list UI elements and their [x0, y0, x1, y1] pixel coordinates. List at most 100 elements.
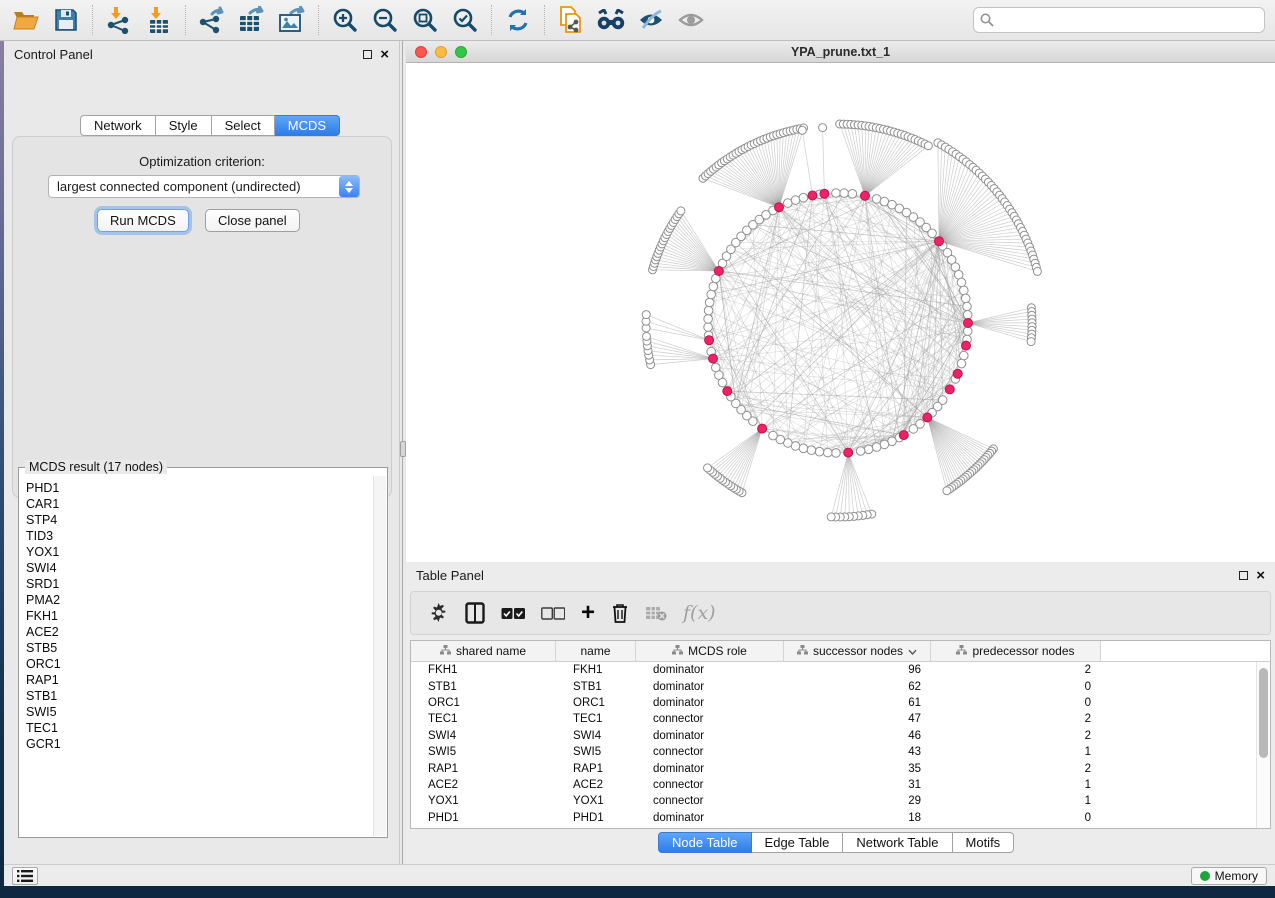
network-node[interactable] [909, 425, 918, 434]
mcds-result-item[interactable]: YOX1 [26, 544, 373, 560]
result-list-scrollbar[interactable] [373, 476, 386, 836]
mcds-hub-node[interactable] [844, 448, 853, 457]
tab-edge-table[interactable]: Edge Table [752, 832, 844, 853]
float-window-icon[interactable] [1239, 571, 1248, 580]
network-node[interactable] [961, 294, 970, 303]
network-node[interactable] [963, 327, 972, 336]
table-row[interactable]: TEC1TEC1connector472 [411, 711, 1270, 727]
mcds-result-item[interactable]: ACE2 [26, 624, 373, 640]
table-row[interactable]: RAP1RAP1dominator352 [411, 760, 1270, 776]
criterion-dropdown[interactable]: largest connected component (undirected) [48, 175, 360, 198]
deselect-all-icon[interactable] [541, 600, 565, 626]
network-node[interactable] [704, 323, 713, 332]
network-node[interactable] [832, 449, 841, 458]
network-node[interactable] [807, 446, 816, 455]
network-node[interactable] [957, 359, 966, 368]
mcds-result-item[interactable]: RAP1 [26, 672, 373, 688]
network-node[interactable] [827, 513, 835, 521]
network-node[interactable] [1027, 338, 1035, 346]
mcds-hub-node[interactable] [758, 424, 767, 433]
column-visibility-icon[interactable] [465, 600, 485, 626]
hide-selected-icon[interactable] [635, 5, 667, 35]
mcds-result-item[interactable]: TID3 [26, 528, 373, 544]
table-row[interactable]: ACE2ACE2connector311 [411, 777, 1270, 793]
column-header-shared-name[interactable]: shared name [411, 641, 556, 661]
network-node[interactable] [840, 189, 849, 198]
network-node[interactable] [823, 448, 832, 457]
network-node[interactable] [832, 189, 841, 198]
network-node[interactable] [848, 190, 857, 199]
mcds-hub-node[interactable] [945, 385, 954, 394]
mcds-result-list[interactable]: PHD1CAR1STP4TID3YOX1SWI4SRD1PMA2FKH1ACE2… [20, 476, 373, 836]
mcds-result-item[interactable]: TEC1 [26, 720, 373, 736]
import-table-icon[interactable] [143, 5, 175, 35]
mcds-hub-node[interactable] [709, 354, 718, 363]
close-panel-button[interactable]: Close panel [205, 209, 300, 232]
table-row[interactable]: SWI4SWI4dominator462 [411, 728, 1270, 744]
task-history-button[interactable] [12, 867, 38, 885]
float-window-icon[interactable] [363, 50, 372, 59]
mcds-hub-node[interactable] [714, 267, 723, 276]
network-node[interactable] [819, 124, 827, 132]
table-row[interactable]: STB1STB1dominator620 [411, 678, 1270, 694]
network-node[interactable] [799, 444, 808, 453]
delete-column-icon[interactable] [611, 600, 629, 626]
network-node[interactable] [963, 302, 972, 311]
tab-network[interactable]: Network [80, 115, 156, 136]
mcds-result-item[interactable]: PHD1 [26, 480, 373, 496]
save-session-icon[interactable] [50, 5, 82, 35]
network-node[interactable] [791, 196, 800, 205]
network-node[interactable] [707, 290, 716, 299]
network-node[interactable] [872, 443, 881, 452]
first-neighbors-icon[interactable] [595, 5, 627, 35]
column-header-predecessor-nodes[interactable]: predecessor nodes [931, 641, 1101, 661]
add-column-icon[interactable]: + [581, 600, 595, 626]
mcds-hub-node[interactable] [962, 341, 971, 350]
mcds-hub-node[interactable] [808, 191, 817, 200]
mcds-hub-node[interactable] [775, 203, 784, 212]
mcds-result-item[interactable]: STB5 [26, 640, 373, 656]
select-all-icon[interactable] [501, 600, 525, 626]
mcds-result-item[interactable]: STB1 [26, 688, 373, 704]
tab-network-table[interactable]: Network Table [843, 832, 952, 853]
network-node[interactable] [815, 447, 824, 456]
network-node[interactable] [642, 311, 650, 319]
table-row[interactable]: FKH1FKH1dominator962 [411, 662, 1270, 678]
mcds-hub-node[interactable] [820, 189, 829, 198]
network-node[interactable] [798, 126, 806, 134]
zoom-fit-icon[interactable] [409, 5, 441, 35]
network-node[interactable] [704, 306, 713, 315]
network-node[interactable] [1033, 267, 1041, 275]
export-network-icon[interactable] [196, 5, 228, 35]
zoom-in-icon[interactable] [329, 5, 361, 35]
tab-select[interactable]: Select [212, 115, 275, 136]
mcds-result-item[interactable]: SRD1 [26, 576, 373, 592]
settings-gear-icon[interactable] [429, 600, 449, 626]
open-file-icon[interactable] [10, 5, 42, 35]
refresh-icon[interactable] [502, 5, 534, 35]
network-node[interactable] [709, 282, 718, 291]
column-header-name[interactable]: name [556, 641, 636, 661]
table-scrollbar-thumb[interactable] [1259, 668, 1268, 758]
network-node[interactable] [957, 278, 966, 287]
run-mcds-button[interactable]: Run MCDS [97, 209, 189, 232]
export-table-icon[interactable] [236, 5, 268, 35]
mcds-hub-node[interactable] [964, 319, 973, 328]
mcds-result-item[interactable]: SWI5 [26, 704, 373, 720]
mcds-hub-node[interactable] [923, 413, 932, 422]
network-node[interactable] [643, 332, 651, 340]
mcds-hub-node[interactable] [861, 191, 870, 200]
memory-button[interactable]: Memory [1191, 867, 1267, 885]
network-node[interactable] [799, 193, 808, 202]
mcds-hub-node[interactable] [935, 237, 944, 246]
table-row[interactable]: SWI5SWI5connector431 [411, 744, 1270, 760]
column-header-MCDS-role[interactable]: MCDS role [636, 641, 784, 661]
network-canvas[interactable] [406, 63, 1275, 561]
import-network-icon[interactable] [103, 5, 135, 35]
mcds-hub-node[interactable] [705, 336, 714, 345]
table-row[interactable]: PHD1PHD1dominator180 [411, 810, 1270, 826]
tab-motifs[interactable]: Motifs [953, 832, 1015, 853]
mcds-result-item[interactable]: PMA2 [26, 592, 373, 608]
mcds-hub-node[interactable] [899, 431, 908, 440]
network-node[interactable] [963, 311, 972, 320]
